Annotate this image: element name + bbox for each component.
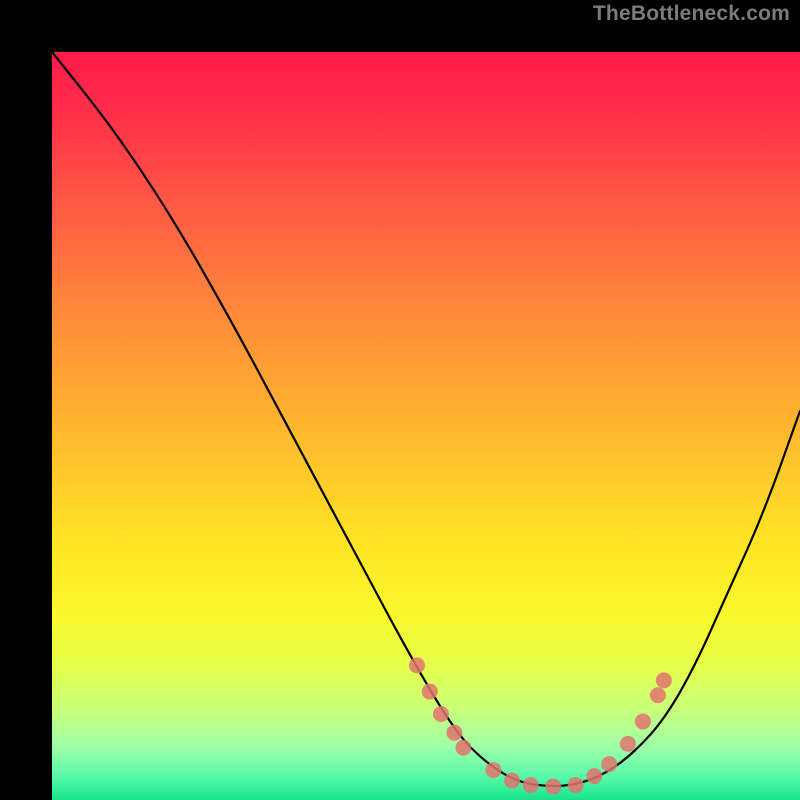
curve-marker-dot	[446, 725, 462, 741]
plot-area	[52, 52, 800, 800]
curve-marker-dot	[545, 779, 561, 795]
curve-marker-dot	[656, 672, 672, 688]
curve-marker-dot	[586, 768, 602, 784]
bottleneck-curve-svg	[52, 52, 800, 800]
curve-marker-dot	[601, 756, 617, 772]
curve-marker-dot	[433, 706, 449, 722]
curve-marker-dot	[409, 657, 425, 673]
curve-marker-dot	[485, 762, 501, 778]
curve-marker-dot	[635, 713, 651, 729]
chart-frame	[0, 0, 800, 800]
bottleneck-curve	[52, 52, 800, 786]
curve-marker-dot	[504, 773, 520, 789]
curve-marker-dot	[523, 777, 539, 793]
curve-marker-dot	[650, 687, 666, 703]
curve-marker-dots	[409, 657, 672, 794]
watermark-text: TheBottleneck.com	[593, 2, 790, 26]
curve-marker-dot	[455, 740, 471, 756]
curve-marker-dot	[568, 777, 584, 793]
curve-marker-dot	[620, 736, 636, 752]
curve-marker-dot	[422, 684, 438, 700]
